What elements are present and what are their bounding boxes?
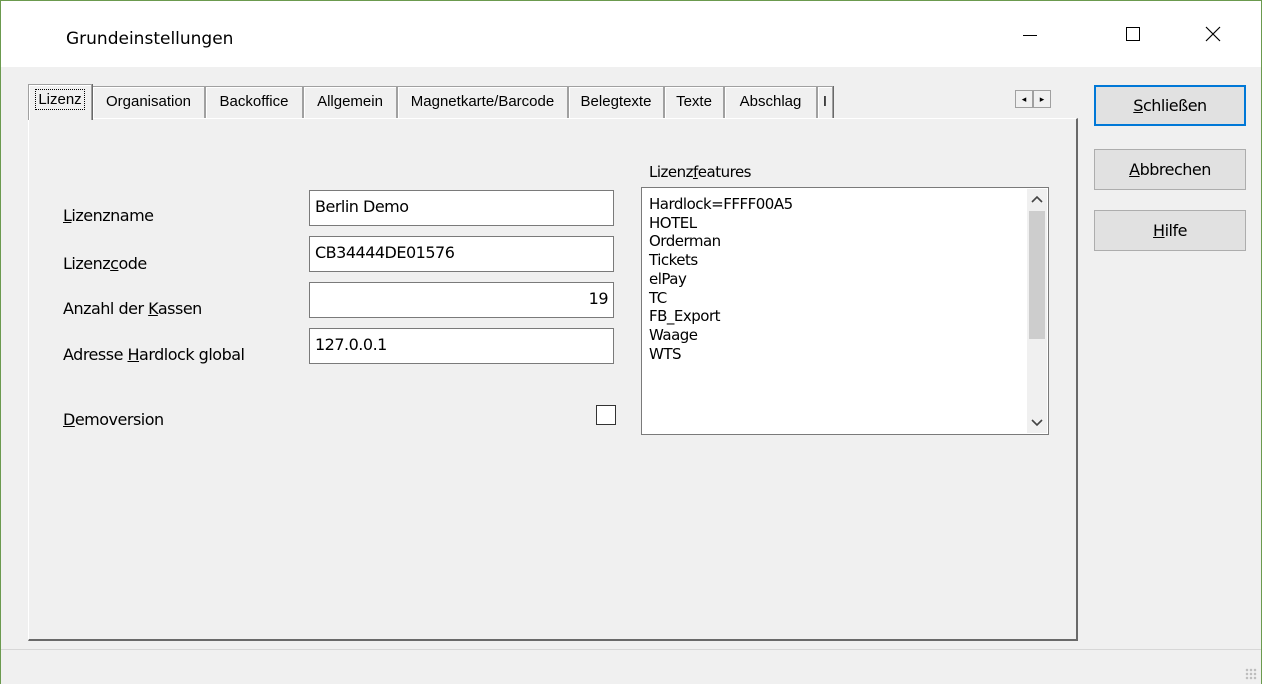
tab-label: Belegtexte [580,93,652,110]
tab-organisation[interactable]: Organisation [92,86,205,118]
scroll-down-button[interactable] [1027,413,1047,433]
tab-label: Texte [676,93,712,110]
features-items: Hardlock=FFFF00A5 HOTEL Orderman Tickets… [649,195,793,363]
tab-label: Organisation [105,93,192,110]
resize-grip-icon[interactable] [1245,668,1257,680]
list-item[interactable]: WTS [649,345,793,364]
tab-magnetkarte-barcode[interactable]: Magnetkarte/Barcode [397,86,568,118]
tab-backoffice[interactable]: Backoffice [205,86,303,118]
chevron-down-icon [1031,419,1043,427]
chevron-left-icon: ◂ [1021,94,1027,104]
tab-allgemein[interactable]: Allgemein [303,86,397,118]
tab-label: Allgemein [317,93,383,110]
chevron-up-icon [1031,195,1043,203]
register-count-field[interactable]: 19 [309,282,614,318]
license-code-field[interactable]: CB34444DE01576 [309,236,614,272]
license-features-list[interactable]: Hardlock=FFFF00A5 HOTEL Orderman Tickets… [641,187,1049,435]
scrollbar-thumb[interactable] [1029,211,1045,339]
maximize-button[interactable] [1104,1,1162,67]
list-item[interactable]: Tickets [649,251,793,270]
license-features-label: Lizenzfeatures [649,163,752,181]
hardlock-address-label: Adresse Hardlock global [63,345,245,364]
tab-more[interactable]: I [817,86,833,118]
close-button[interactable]: Schließen [1094,85,1246,126]
chevron-right-icon: ▸ [1039,94,1045,104]
tab-panel-lizenz: Lizenzname Berlin Demo Lizenzcode CB3444… [28,118,1078,641]
scroll-up-button[interactable] [1027,189,1047,209]
license-name-field[interactable]: Berlin Demo [309,190,614,226]
tab-scroll-right-button[interactable]: ▸ [1033,90,1051,108]
minimize-button[interactable] [1001,1,1059,67]
tab-scroll-left-button[interactable]: ◂ [1015,90,1033,108]
demoversion-checkbox[interactable] [596,405,616,425]
list-item[interactable]: Orderman [649,232,793,251]
settings-window: Grundeinstellungen Lizenz Organisation B… [0,0,1262,684]
license-name-label: Lizenzname [63,206,154,225]
tab-abschlag[interactable]: Abschlag [724,86,817,118]
list-item[interactable]: FB_Export [649,307,793,326]
tab-label: Lizenz [35,89,85,110]
list-item[interactable]: HOTEL [649,214,793,233]
close-window-button[interactable] [1184,1,1242,67]
window-title: Grundeinstellungen [66,29,234,49]
close-icon [1205,26,1221,42]
tab-label: I [822,93,828,110]
cancel-button[interactable]: Abbrechen [1094,149,1246,190]
hardlock-address-field[interactable]: 127.0.0.1 [309,328,614,364]
title-bar: Grundeinstellungen [1,1,1261,67]
features-scrollbar[interactable] [1027,189,1047,433]
tab-label: Abschlag [739,93,802,110]
status-bar [1,649,1261,684]
register-count-label: Anzahl der Kassen [63,299,202,318]
tab-label: Backoffice [219,93,289,110]
license-code-label: Lizenzcode [63,254,147,273]
help-button[interactable]: Hilfe [1094,210,1246,251]
demoversion-label: Demoversion [63,410,164,429]
list-item[interactable]: TC [649,289,793,308]
tab-label: Magnetkarte/Barcode [410,93,555,110]
tab-lizenz[interactable]: Lizenz [28,84,92,120]
list-item[interactable]: Waage [649,326,793,345]
minimize-icon [1023,34,1037,36]
tab-belegtexte[interactable]: Belegtexte [568,86,664,118]
list-item[interactable]: elPay [649,270,793,289]
list-item[interactable]: Hardlock=FFFF00A5 [649,195,793,214]
tab-texte[interactable]: Texte [664,86,724,118]
maximize-icon [1126,27,1140,41]
